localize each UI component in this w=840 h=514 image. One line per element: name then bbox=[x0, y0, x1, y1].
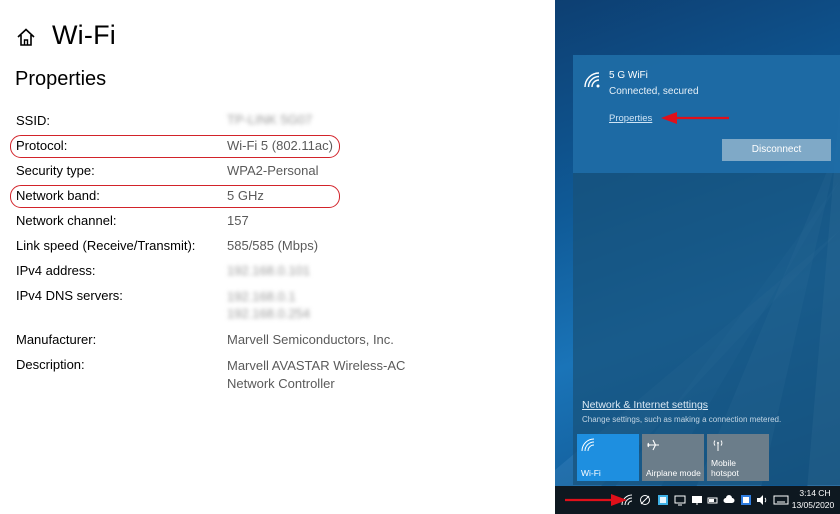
volume-icon[interactable] bbox=[756, 494, 768, 506]
ssid-label: SSID: bbox=[16, 113, 50, 128]
protocol-label: Protocol: bbox=[16, 138, 68, 153]
network-band-label: Network band: bbox=[16, 188, 100, 203]
airplane-icon bbox=[647, 439, 659, 451]
display-icon[interactable] bbox=[674, 494, 686, 506]
keyboard-icon[interactable] bbox=[773, 494, 789, 506]
mobile-hotspot-label-line1: Mobile bbox=[711, 458, 737, 468]
arrow-to-properties-annotation bbox=[661, 112, 729, 124]
ssid-value: TP-LINK 5G07 bbox=[227, 112, 313, 127]
ipv4-dns-label: IPv4 DNS servers: bbox=[16, 288, 123, 303]
network-channel-label: Network channel: bbox=[16, 213, 117, 228]
disconnect-button[interactable]: Disconnect bbox=[722, 139, 831, 161]
wifi-icon bbox=[581, 438, 595, 452]
location-icon[interactable] bbox=[639, 494, 651, 506]
battery-icon[interactable] bbox=[707, 494, 719, 506]
airplane-mode-label: Airplane mode bbox=[646, 468, 701, 478]
security-type-value: WPA2-Personal bbox=[227, 163, 319, 178]
network-status: Connected, secured bbox=[609, 86, 699, 97]
protocol-value: Wi-Fi 5 (802.11ac) bbox=[227, 138, 333, 153]
description-value-2: Network Controller bbox=[227, 376, 335, 391]
description-label: Description: bbox=[16, 357, 85, 372]
wifi-tile-label: Wi-Fi bbox=[581, 468, 601, 478]
ipv4-address-label: IPv4 address: bbox=[16, 263, 96, 278]
mobile-hotspot-label: Mobile hotspot bbox=[711, 458, 739, 478]
network-flyout-screen: 5 G WiFi Connected, secured Properties D… bbox=[555, 0, 840, 514]
security-type-label: Security type: bbox=[16, 163, 95, 178]
ipv4-address-value: 192.168.0.101 bbox=[227, 263, 311, 278]
settings-pane: Wi-Fi Properties SSID: TP-LINK 5G07 Prot… bbox=[0, 0, 555, 514]
language-tray-icon[interactable] bbox=[740, 494, 752, 506]
ipv4-dns-value-1: 192.168.0.1 bbox=[227, 289, 296, 304]
monitor-icon[interactable] bbox=[691, 494, 703, 506]
properties-link[interactable]: Properties bbox=[609, 113, 652, 124]
manufacturer-value: Marvell Semiconductors, Inc. bbox=[227, 332, 394, 347]
hotspot-icon bbox=[713, 440, 723, 451]
page-title: Wi-Fi bbox=[52, 20, 116, 50]
wifi-tile[interactable]: Wi-Fi bbox=[577, 434, 639, 481]
airplane-mode-tile[interactable]: Airplane mode bbox=[642, 434, 704, 481]
cloud-icon[interactable] bbox=[723, 494, 735, 506]
arrow-to-wifi-tray-annotation bbox=[565, 494, 627, 506]
network-settings-description: Change settings, such as making a connec… bbox=[582, 415, 782, 424]
link-speed-value: 585/585 (Mbps) bbox=[227, 238, 319, 253]
mobile-hotspot-label-line2: hotspot bbox=[711, 468, 739, 478]
mobile-hotspot-tile[interactable]: Mobile hotspot bbox=[707, 434, 769, 481]
wifi-icon bbox=[584, 72, 600, 88]
network-channel-value: 157 bbox=[227, 213, 249, 228]
section-title: Properties bbox=[15, 68, 107, 90]
network-band-value: 5 GHz bbox=[227, 188, 264, 203]
clock-time[interactable]: 3:14 CH bbox=[792, 488, 838, 498]
network-settings-link[interactable]: Network & Internet settings bbox=[582, 399, 708, 411]
app-tray-icon[interactable] bbox=[657, 494, 669, 506]
description-value-1: Marvell AVASTAR Wireless-AC bbox=[227, 358, 406, 373]
home-icon[interactable] bbox=[15, 26, 37, 48]
ipv4-dns-value-2: 192.168.0.254 bbox=[227, 306, 311, 321]
network-name: 5 G WiFi bbox=[609, 70, 648, 81]
link-speed-label: Link speed (Receive/Transmit): bbox=[16, 238, 196, 253]
clock-date[interactable]: 13/05/2020 bbox=[788, 500, 838, 510]
manufacturer-label: Manufacturer: bbox=[16, 332, 97, 347]
